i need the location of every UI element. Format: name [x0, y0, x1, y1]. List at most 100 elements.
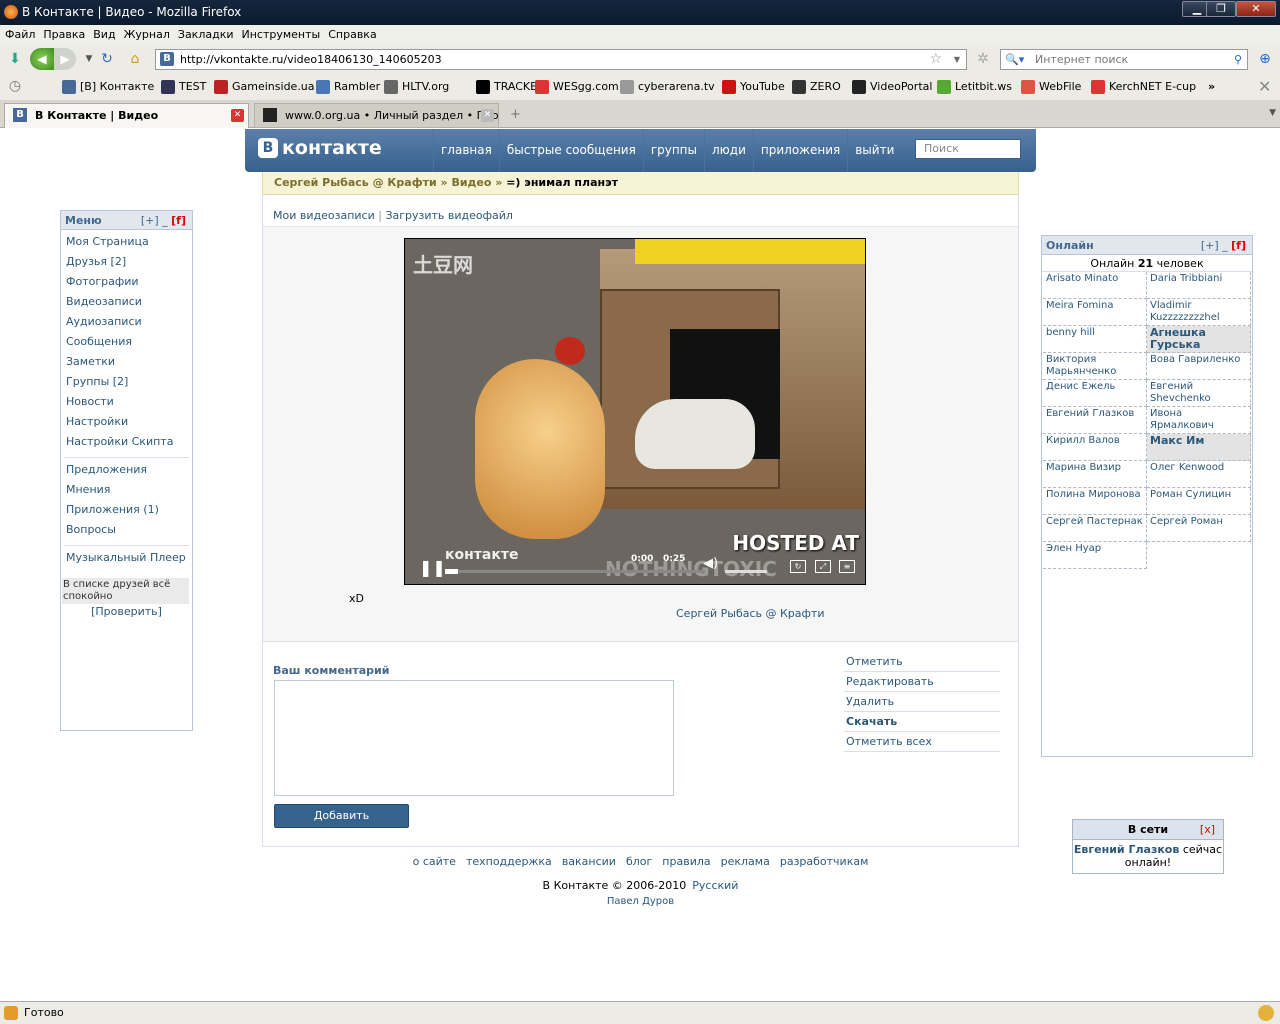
online-user[interactable]: Марина Визир [1043, 461, 1147, 488]
expand-button[interactable]: [+] [1201, 239, 1219, 252]
bookmark-star-icon[interactable]: ☆ [929, 50, 942, 69]
online-user[interactable]: Сергей Роман [1147, 515, 1251, 542]
vk-search-input[interactable]: Поиск [915, 139, 1021, 159]
add-comment-button[interactable]: Добавить комментарий [274, 804, 409, 844]
sidebar-item-предложения[interactable]: Предложения [61, 460, 192, 480]
sidebar-item-видеозаписи[interactable]: Видеозаписи [61, 292, 192, 312]
f-button[interactable]: [f] [171, 214, 186, 227]
vk-nav-главная[interactable]: главная [433, 129, 499, 172]
history-clock-icon[interactable]: ◷ [4, 76, 26, 96]
online-user[interactable]: Виктория Марьянченко [1043, 353, 1147, 380]
progress-track[interactable] [445, 570, 705, 573]
online-user[interactable]: Роман Сулицин [1147, 488, 1251, 515]
breadcrumb-user[interactable]: Сергей Рыбась @ Крафти [274, 176, 437, 189]
online-user[interactable]: Денис Ежель [1043, 380, 1147, 407]
menu-файл[interactable]: Файл [2, 25, 38, 45]
pause-icon[interactable]: ❚❚ [419, 558, 446, 577]
online-user[interactable]: Meira Fomina [1043, 299, 1147, 326]
menu-инструменты[interactable]: Инструменты [239, 25, 324, 45]
online-user[interactable]: Агнешка Гурська [1147, 326, 1251, 353]
online-user[interactable]: Кирилл Валов [1043, 434, 1147, 461]
menu-вид[interactable]: Вид [90, 25, 118, 45]
sidebar-item-мнения[interactable]: Мнения [61, 480, 192, 500]
close-tab-icon[interactable]: ✕ [481, 109, 494, 122]
video-author-link[interactable]: Сергей Рыбась @ Крафти [676, 607, 824, 620]
sidebar-item-сообщения[interactable]: Сообщения [61, 332, 192, 352]
bookmark-webfile[interactable]: WebFile [1021, 73, 1081, 100]
minimize-block-button[interactable]: _ [162, 214, 168, 227]
bookmarks-more-button[interactable]: » [1208, 73, 1215, 100]
sidebar-item-приложения-1[interactable]: Приложения (1) [61, 500, 192, 520]
close-tab-icon[interactable]: ✕ [231, 109, 244, 122]
fullscreen-icon[interactable]: ⤢ [815, 560, 831, 573]
download-icon[interactable]: ⬇ [4, 49, 26, 69]
bookmark-youtube[interactable]: YouTube [722, 73, 785, 100]
vk-nav-быстрые-сообщения[interactable]: быстрые сообщения [498, 129, 643, 172]
search-engine-box[interactable]: 🔍▾ Интернет поиск ⚲ [1000, 49, 1248, 70]
action-отметить-всех[interactable]: Отметить всех [844, 732, 1000, 752]
back-button[interactable]: ◀ [30, 48, 54, 70]
menu-закладки[interactable]: Закладки [175, 25, 237, 45]
footer-link-о-сайте[interactable]: о сайте [413, 855, 456, 868]
volume-slider[interactable] [725, 570, 767, 573]
sidebar-item-аудиозаписи[interactable]: Аудиозаписи [61, 312, 192, 332]
online-user[interactable]: Вова Гавриленко [1147, 353, 1251, 380]
url-bar[interactable]: B http://vkontakte.ru/video18406130_1406… [155, 49, 967, 70]
loop-icon[interactable]: ↻ [790, 560, 806, 573]
language-link[interactable]: Русский [692, 879, 738, 892]
online-user[interactable]: Daria Tribbiani [1147, 272, 1251, 299]
tab-list-icon[interactable]: ▼ [1269, 108, 1276, 118]
bookmark-test[interactable]: TEST [161, 73, 206, 100]
footer-link-техподдержка[interactable]: техподдержка [466, 855, 552, 868]
upload-video-link[interactable]: Загрузить видеофайл [385, 209, 513, 222]
online-user[interactable]: Элен Нуар [1043, 542, 1147, 569]
action-редактировать[interactable]: Редактировать [844, 672, 1000, 692]
online-user[interactable]: Олег Kenwood [1147, 461, 1251, 488]
sidebar-item-новости[interactable]: Новости [61, 392, 192, 412]
breadcrumb-section[interactable]: Видео [451, 176, 491, 189]
expand-button[interactable]: [+] [141, 214, 159, 227]
url-dropdown-icon[interactable]: ▼ [954, 50, 960, 69]
online-user[interactable]: Евгений Глазков [1043, 407, 1147, 434]
notification-user[interactable]: Евгений Глазков [1074, 843, 1179, 856]
vk-nav-группы[interactable]: группы [642, 129, 704, 172]
close-window-button[interactable]: ✕ [1236, 1, 1276, 17]
sidebar-item-группы-2[interactable]: Группы [2] [61, 372, 192, 392]
vk-nav-выйти[interactable]: выйти [847, 129, 901, 172]
search-engine-icon[interactable]: 🔍▾ [1005, 50, 1024, 69]
online-user[interactable]: Сергей Пастернак [1043, 515, 1147, 542]
sidebar-item-фотографии[interactable]: Фотографии [61, 272, 192, 292]
bookmark-wesgg-com[interactable]: WESgg.com [535, 73, 619, 100]
vk-nav-люди[interactable]: люди [704, 129, 753, 172]
bookmark-videoportal[interactable]: VideoPortal [852, 73, 932, 100]
sidebar-item-друзья-2[interactable]: Друзья [2] [61, 252, 192, 272]
addon-icon[interactable]: ⊕ [1254, 49, 1276, 69]
footer-link-реклама[interactable]: реклама [721, 855, 770, 868]
menu-правка[interactable]: Правка [40, 25, 88, 45]
bookmark-rambler[interactable]: Rambler [316, 73, 380, 100]
tab-0-org-ua[interactable]: www.0.org.ua • Личный раздел • Про... ✕ [254, 103, 499, 128]
toolbar-close-icon[interactable]: ✕ [1258, 73, 1271, 100]
action-отметить[interactable]: Отметить [844, 652, 1000, 672]
new-tab-button[interactable]: + [510, 107, 521, 122]
online-user[interactable]: Arisato Minato [1043, 272, 1147, 299]
my-videos-link[interactable]: Мои видеозаписи [273, 209, 375, 222]
online-user[interactable]: Евгений Shevchenko [1147, 380, 1251, 407]
forward-button[interactable]: ▶ [54, 48, 76, 70]
maximize-button[interactable]: ❐ [1206, 1, 1236, 17]
footer-link-вакансии[interactable]: вакансии [562, 855, 616, 868]
online-user[interactable]: Ивона Ярмалкович [1147, 407, 1251, 434]
menu-справка[interactable]: Справка [325, 25, 379, 45]
bookmark-gameinside-ua[interactable]: Gameinside.ua [214, 73, 315, 100]
minimize-block-button[interactable]: _ [1222, 239, 1228, 252]
bookmark-b-контакте[interactable]: [B] Контакте [62, 73, 154, 100]
sidebar-item-заметки[interactable]: Заметки [61, 352, 192, 372]
vk-nav-приложения[interactable]: приложения [752, 129, 847, 172]
durov-link[interactable]: Павел Дуров [262, 896, 1019, 907]
menu-icon[interactable]: ≡ [839, 560, 855, 573]
close-notification-button[interactable]: [x] [1200, 820, 1215, 840]
home-icon[interactable]: ⌂ [124, 49, 146, 69]
menu-журнал[interactable]: Журнал [121, 25, 173, 45]
bookmark-hltv-org[interactable]: HLTV.org [384, 73, 449, 100]
action-удалить[interactable]: Удалить [844, 692, 1000, 712]
